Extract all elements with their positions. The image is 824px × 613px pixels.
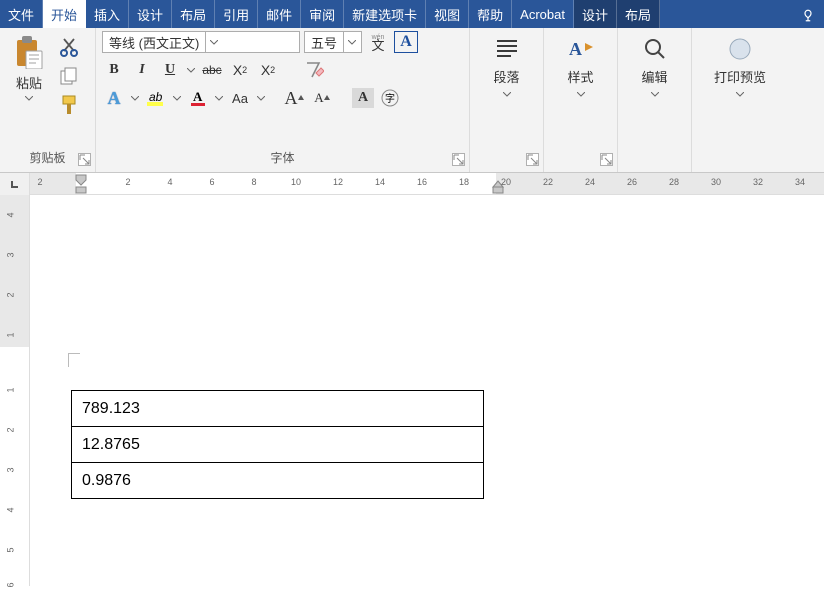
- group-clipboard-label: 剪贴板: [6, 145, 89, 172]
- tab-insert[interactable]: 插入: [86, 0, 129, 28]
- copy-button[interactable]: [60, 67, 78, 85]
- chevron-down-icon: [577, 92, 585, 97]
- margin-corner-icon: [68, 353, 80, 367]
- format-painter-button[interactable]: [60, 95, 78, 115]
- highlight-button[interactable]: ab: [144, 87, 168, 109]
- tab-selector[interactable]: [0, 173, 30, 195]
- chevron-down-icon: [503, 92, 511, 97]
- table-row: 12.8765: [72, 427, 484, 463]
- tab-design[interactable]: 设计: [129, 0, 172, 28]
- styles-button[interactable]: A 样式: [551, 37, 611, 97]
- svg-text:A: A: [569, 39, 582, 59]
- group-paragraph: 段落: [470, 28, 544, 172]
- styles-dialog-launcher[interactable]: [600, 153, 613, 166]
- editing-button[interactable]: 编辑: [625, 37, 685, 97]
- tab-references[interactable]: 引用: [215, 0, 258, 28]
- enclose-char-button[interactable]: 字: [378, 87, 402, 109]
- strikethrough-button[interactable]: abc: [200, 59, 224, 81]
- underline-dropdown[interactable]: [186, 68, 196, 73]
- paragraph-dialog-launcher[interactable]: [526, 153, 539, 166]
- chevron-down-icon: [736, 92, 744, 97]
- svg-text:字: 字: [385, 92, 395, 105]
- group-clipboard: 粘贴 剪贴板: [0, 28, 96, 172]
- paste-button[interactable]: 粘贴: [6, 31, 52, 145]
- ruler-h-track: 2 2 4 6 8 10 12 14 16 18 20 22 24 26 28 …: [30, 173, 824, 194]
- chevron-down-icon[interactable]: [205, 32, 221, 52]
- tab-view[interactable]: 视图: [426, 0, 469, 28]
- document-page[interactable]: 789.123 12.8765 0.9876: [30, 195, 824, 586]
- tab-mailings[interactable]: 邮件: [258, 0, 301, 28]
- highlight-dropdown[interactable]: [172, 96, 182, 101]
- paragraph-button[interactable]: 段落: [477, 37, 537, 97]
- font-size-combo[interactable]: 五号: [304, 31, 362, 53]
- change-case-button[interactable]: Aa: [228, 87, 252, 109]
- font-color-button[interactable]: A: [186, 87, 210, 109]
- tab-home[interactable]: 开始: [43, 0, 86, 28]
- tab-newtab[interactable]: 新建选项卡: [344, 0, 426, 28]
- tab-file[interactable]: 文件: [0, 0, 43, 28]
- font-name-combo[interactable]: 等线 (西文正文): [102, 31, 300, 53]
- tab-review[interactable]: 审阅: [301, 0, 344, 28]
- change-case-dropdown[interactable]: [256, 96, 266, 101]
- paste-label: 粘贴: [16, 73, 42, 92]
- ribbon: 粘贴 剪贴板 等线: [0, 28, 824, 173]
- tab-table-layout[interactable]: 布局: [617, 0, 660, 28]
- print-preview-button[interactable]: 打印预览: [700, 37, 780, 97]
- cut-button[interactable]: [60, 37, 78, 57]
- char-border-button[interactable]: A: [394, 31, 418, 53]
- font-color-dropdown[interactable]: [214, 96, 224, 101]
- chevron-down-icon: [25, 96, 33, 101]
- tab-table-design[interactable]: 设计: [574, 0, 617, 28]
- table-row: 0.9876: [72, 463, 484, 499]
- svg-text:A: A: [193, 89, 203, 104]
- table-cell[interactable]: 0.9876: [72, 463, 484, 499]
- grow-font-button[interactable]: A: [282, 87, 306, 109]
- bold-button[interactable]: B: [102, 59, 126, 81]
- text-effects-button[interactable]: A: [102, 87, 126, 109]
- first-line-indent-icon[interactable]: [75, 173, 87, 194]
- underline-button[interactable]: U: [158, 59, 182, 81]
- superscript-button[interactable]: X2: [256, 59, 280, 81]
- group-editing: 编辑: [618, 28, 692, 172]
- subscript-button[interactable]: X2: [228, 59, 252, 81]
- tab-layout[interactable]: 布局: [172, 0, 215, 28]
- svg-text:ab: ab: [149, 90, 163, 104]
- tab-acrobat[interactable]: Acrobat: [512, 0, 574, 28]
- menu-tabs: 文件 开始 插入 设计 布局 引用 邮件 审阅 新建选项卡 视图 帮助 Acro…: [0, 0, 824, 28]
- group-font: 等线 (西文正文) 五号 wén 文 A B I U abc: [96, 28, 470, 172]
- tab-help[interactable]: 帮助: [469, 0, 512, 28]
- ruler-horizontal[interactable]: 2 2 4 6 8 10 12 14 16 18 20 22 24 26 28 …: [0, 173, 824, 195]
- text-effects-dropdown[interactable]: [130, 96, 140, 101]
- document-table[interactable]: 789.123 12.8765 0.9876: [71, 390, 484, 499]
- table-row: 789.123: [72, 391, 484, 427]
- italic-button[interactable]: I: [130, 59, 154, 81]
- group-styles: A 样式: [544, 28, 618, 172]
- group-print-preview: 打印预览: [692, 28, 788, 172]
- shrink-font-button[interactable]: A: [310, 87, 334, 109]
- chevron-down-icon: [651, 92, 659, 97]
- clear-formatting-button[interactable]: [302, 59, 326, 81]
- ruler-vertical[interactable]: 4 3 2 1 1 2 3 4 5 6: [0, 195, 30, 586]
- clipboard-dialog-launcher[interactable]: [78, 153, 91, 166]
- char-shading-button[interactable]: A: [352, 88, 374, 108]
- group-font-label: 字体: [102, 145, 463, 172]
- phonetic-guide-button[interactable]: wén 文: [366, 31, 390, 53]
- tell-me-icon[interactable]: [792, 0, 824, 28]
- table-cell[interactable]: 789.123: [72, 391, 484, 427]
- table-cell[interactable]: 12.8765: [72, 427, 484, 463]
- font-dialog-launcher[interactable]: [452, 153, 465, 166]
- chevron-down-icon[interactable]: [343, 32, 359, 52]
